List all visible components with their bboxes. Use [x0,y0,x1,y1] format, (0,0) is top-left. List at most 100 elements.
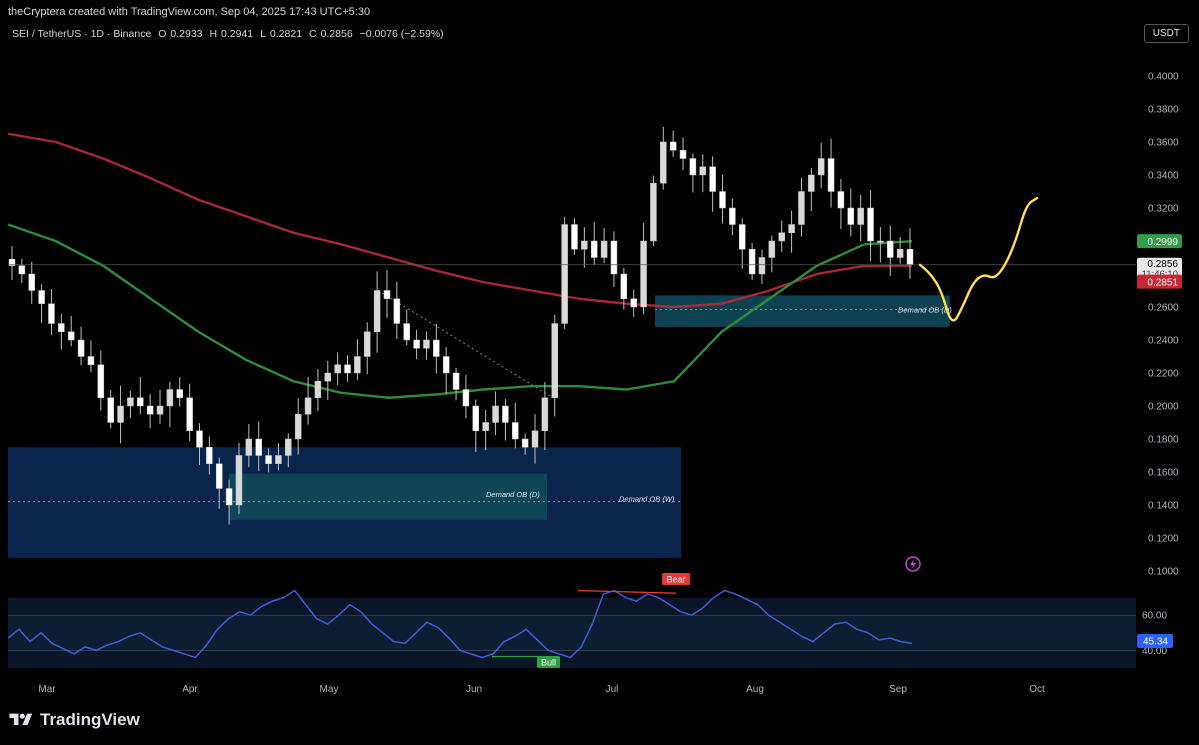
candle [541,397,549,431]
candle [906,249,914,266]
candle [383,290,391,299]
ma200-line [7,132,913,309]
candle [344,364,351,374]
candle [176,389,184,398]
rsi-value-text: 45.34 [1143,637,1168,648]
candle [808,174,815,192]
y-tick-label: 0.4000 [1148,72,1179,83]
candle [413,339,420,349]
candle [699,166,707,176]
y-tick-label: 0.1800 [1148,435,1179,446]
candle [166,389,174,407]
candle [610,240,618,275]
candle [265,455,272,464]
rsi-inner-band [8,615,1136,651]
candle [561,224,568,324]
y-tick-label: 0.2000 [1148,402,1179,413]
candle [709,166,716,192]
candle [640,240,647,308]
candle [18,265,26,275]
candle [531,430,539,448]
candle [738,224,746,250]
candle [768,240,776,258]
candle [156,405,164,415]
candle [748,249,756,275]
bear-divergence-line [577,589,677,594]
candle [551,323,558,398]
x-tick-label: Jun [466,684,482,695]
candle [58,323,65,332]
candle [502,405,509,423]
y-tick-label: 0.3400 [1148,171,1179,182]
tradingview-logo-icon [9,713,33,726]
lightning-icon-bolt [910,559,916,569]
candle [117,405,124,423]
candle [620,273,628,299]
candle [512,422,519,440]
candle [719,191,726,209]
candle [778,232,785,242]
candle [97,364,105,398]
candle [521,438,529,448]
candle [877,240,884,243]
candle [837,191,845,209]
candle [294,414,302,440]
candle [87,356,95,365]
candle [433,339,440,357]
x-tick-label: Jul [606,684,619,695]
candle [215,463,223,489]
candle [206,447,213,464]
x-tick-label: May [320,684,339,695]
zone-label-ob-d-lower: Demand OB (D) [486,490,540,499]
y-tick-label: 0.1000 [1148,567,1179,578]
candle [285,438,292,456]
candle [196,430,203,448]
zone-label-ob-d-upper: Demand OB (D) [898,305,952,314]
candle [275,455,282,464]
y-tick-label: 0.1400 [1148,501,1179,512]
candle [679,150,687,159]
bull-label: Bull [541,658,556,668]
candle [146,405,154,415]
lightning-icon[interactable] [905,556,921,572]
bear-label: Bear [666,575,685,585]
candle [324,372,332,382]
x-tick-label: Apr [182,684,198,695]
candle [403,323,410,341]
candle [857,207,864,225]
candle [630,298,637,308]
candle [482,422,489,431]
candle [28,273,35,291]
candle [373,290,381,332]
y-tick-label: 0.2600 [1148,303,1179,314]
candle [817,158,825,176]
candle [669,141,677,151]
candle [650,183,657,242]
y-tick-label: 0.1200 [1148,534,1179,545]
candle [660,141,667,184]
candle [758,257,766,275]
candle [581,240,588,250]
y-tick-label: 0.3200 [1148,204,1179,215]
candle [887,240,894,258]
candle [571,224,578,250]
candle [827,158,835,192]
candle [492,405,499,423]
candle [354,356,361,374]
x-tick-label: Mar [38,684,56,695]
candle [304,397,312,415]
candle [798,191,805,225]
candle [77,339,85,357]
ma200-price-badge-text: 0.2851 [1147,278,1178,289]
y-tick-label: 0.3600 [1148,138,1179,149]
candle [452,372,460,390]
candle [314,381,322,398]
candle [867,207,874,242]
price-chart[interactable]: Demand OB (D) Demand OB (W) Demand OB (D) 0… [0,0,1199,745]
candle [393,298,401,324]
candle [38,290,45,304]
candle [186,397,193,431]
candle [127,397,134,407]
brand-name: TradingView [40,710,140,729]
candle [225,488,233,506]
